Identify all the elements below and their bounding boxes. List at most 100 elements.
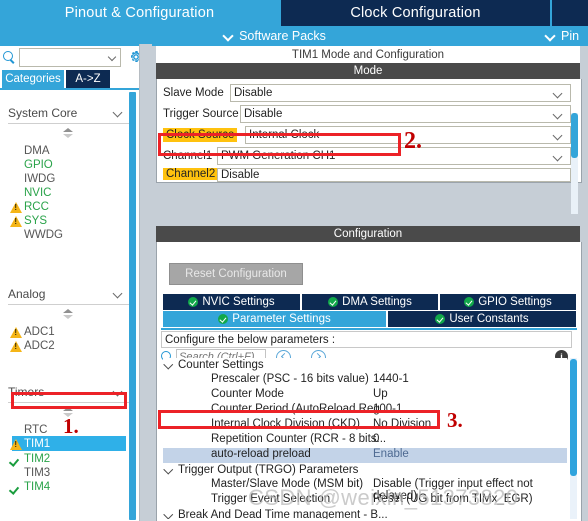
categories-panel: Categories A->Z System Core DMA GPIO IWD… [0,46,152,521]
mode-label-trigger-source: Trigger Source [163,107,239,120]
check-circle-icon [435,314,446,324]
param-value[interactable]: Enable [373,448,525,460]
scroll-spinner-icon[interactable] [62,127,74,139]
mode-label-clock-source: Clock Source [163,127,238,142]
main-tab-bar: Pinout & Configuration Clock Configurati… [0,0,588,26]
sidebar-item-adc2[interactable]: ADC2 [10,339,55,353]
sidebar-search-combo[interactable] [19,48,121,67]
sidebar-item-label: TIM2 [24,453,51,465]
configuration-section: Reset Configuration NVIC Settings DMA Se… [156,242,582,521]
reset-configuration-button[interactable]: Reset Configuration [169,263,303,285]
warning-icon [10,215,22,227]
group-label-analog: Analog [8,287,46,301]
channel2-dropdown[interactable]: Disable [217,168,571,182]
sidebar-item-label: GPIO [24,159,53,171]
tab-parameter-settings-label: Parameter Settings [232,313,331,325]
param-row-auto-reload-preload[interactable]: auto-reload preload Enable [163,448,567,463]
mode-scrollbar-thumb[interactable] [571,113,578,158]
param-row-counter-mode[interactable]: Counter Mode Up [163,388,567,403]
mode-label-slave-mode: Slave Mode [163,86,224,99]
sidebar-item-wwdg[interactable]: WWDG [22,228,63,242]
pinout-menu-button[interactable]: Pin [546,26,579,46]
panel-divider[interactable] [139,44,140,521]
sidebar-item-dma[interactable]: DMA [22,144,50,158]
tab-categories[interactable]: Categories [2,70,64,88]
warning-icon [10,326,22,338]
trigger-source-dropdown[interactable]: Disable [240,105,571,123]
chevron-down-icon [114,388,124,396]
annotation-marker-1: 1. [63,414,79,438]
configure-hint: Configure the below parameters : [161,331,572,348]
slave-mode-dropdown[interactable]: Disable [230,84,571,102]
subtab-underline [161,328,577,330]
configuration-section-header: Configuration [156,226,580,242]
tab-user-constants[interactable]: User Constants [388,311,576,327]
param-row-counter-period[interactable]: Counter Period (AutoReload Reg... 100-1 [163,403,567,418]
group-header-analog[interactable]: Analog [8,287,124,301]
check-circle-icon [328,297,339,307]
param-value: 1440-1 [373,373,409,385]
sidebar-item-sys[interactable]: SYS [10,214,47,228]
group-label-timers: Timers [8,385,45,399]
tree-group-trigger-output[interactable]: Trigger Output (TRGO) Parameters [163,463,567,478]
tab-nvic-settings[interactable]: NVIC Settings [163,294,300,310]
tree-group-label: Counter Settings [178,359,264,371]
channel1-dropdown[interactable]: PWM Generation CH1 [217,147,571,165]
sidebar-search-input[interactable] [20,49,102,64]
tab-parameter-settings[interactable]: Parameter Settings [163,311,386,327]
slave-mode-value: Disable [234,87,273,99]
group-header-system-core[interactable]: System Core [8,106,124,120]
sidebar-item-label: RTC [24,424,48,436]
param-row-repetition-counter[interactable]: Repetition Counter (RCR - 8 bits... 0 [163,433,567,448]
annotation-marker-2: 2. [404,128,422,154]
sidebar-item-label: DMA [24,145,50,157]
param-row-internal-clock-division[interactable]: Internal Clock Division (CKD) No Divisio… [163,418,567,433]
sidebar-item-tim4[interactable]: TIM4 [10,480,50,494]
param-row-prescaler[interactable]: Prescaler (PSC - 16 bits value) 1440-1 [163,373,567,388]
sidebar-item-tim3[interactable]: TIM3 [22,466,50,480]
param-value: 0 [373,433,380,445]
tab-user-constants-label: User Constants [449,313,529,325]
tab-clock-configuration[interactable]: Clock Configuration [281,0,550,26]
sidebar-item-label: NVIC [24,187,52,199]
check-circle-icon [188,297,199,307]
check-circle-icon [464,297,475,307]
group-header-timers[interactable]: Timers [8,385,124,399]
sidebar-item-tim1[interactable]: TIM1 [10,437,50,451]
tab-project-manager[interactable] [552,0,588,26]
group-rule [8,402,130,403]
tab-gpio-settings[interactable]: GPIO Settings [440,294,576,310]
tab-pinout-configuration[interactable]: Pinout & Configuration [0,0,279,26]
chevron-down-icon [554,132,566,138]
sidebar-tabs: Categories A->Z [0,70,152,88]
tab-dma-settings-label: DMA Settings [342,296,412,308]
sidebar-item-rcc[interactable]: RCC [10,200,49,214]
parameter-scrollbar-thumb[interactable] [570,359,577,476]
chevron-down-icon [165,361,174,369]
sidebar-item-gpio[interactable]: GPIO [22,158,53,172]
software-packs-button[interactable]: Software Packs [0,26,550,46]
sidebar-item-iwdg[interactable]: IWDG [22,172,55,186]
tree-group-counter-settings[interactable]: Counter Settings [163,358,567,373]
configure-hint-label: Configure the below parameters : [165,333,336,346]
sidebar-item-rtc[interactable]: RTC [22,423,47,437]
tab-dma-settings[interactable]: DMA Settings [302,294,438,310]
sidebar-item-adc1[interactable]: ADC1 [10,325,55,339]
mode-section-header: Mode [156,63,580,79]
group-rule [8,123,130,124]
mode-row-trigger-source: Trigger Source [163,105,239,122]
chevron-down-icon[interactable] [109,54,117,59]
mode-row-channel1: Channel1 [163,147,212,164]
sidebar-item-nvic[interactable]: NVIC [22,186,51,200]
sub-tool-bar: Software Packs Pin [0,26,588,46]
tab-a-to-z[interactable]: A->Z [66,70,110,88]
param-label: auto-reload preload [211,448,311,460]
scroll-spinner-icon[interactable] [62,308,74,320]
warning-icon [10,340,22,352]
warning-icon [10,201,22,213]
page-title: TIM1 Mode and Configuration [156,46,580,63]
reset-configuration-label: Reset Configuration [185,268,287,280]
sidebar-scrollbar-thumb[interactable] [129,92,136,520]
page-title-label: TIM1 Mode and Configuration [291,48,445,61]
sidebar-item-tim2[interactable]: TIM2 [10,452,50,466]
